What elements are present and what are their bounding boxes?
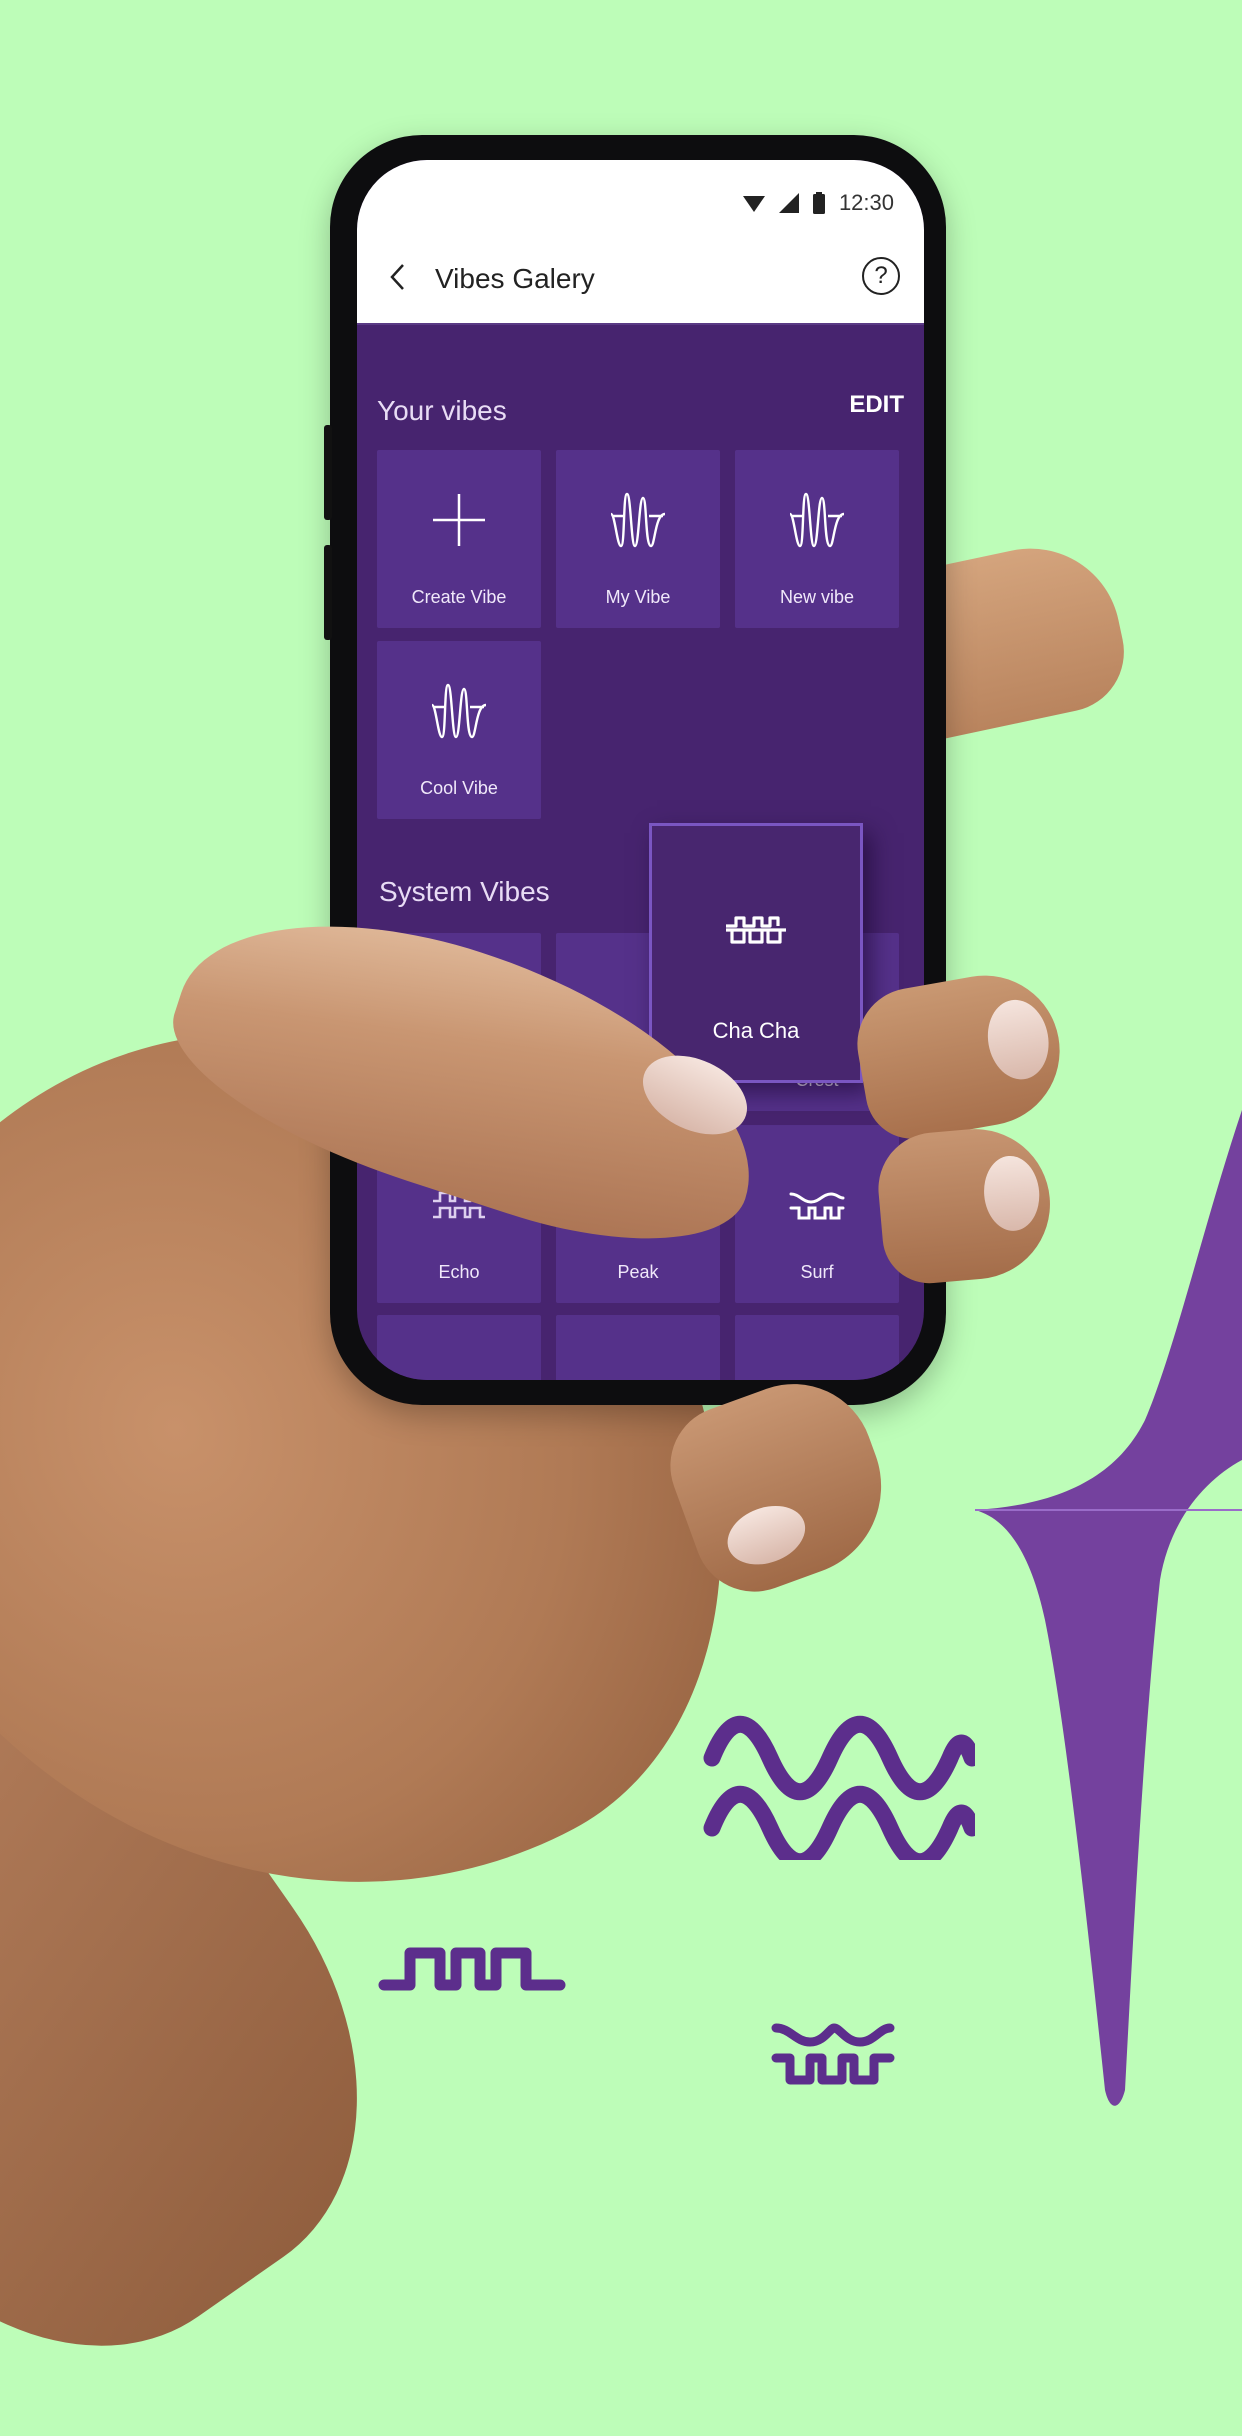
chevron-left-icon — [389, 263, 405, 296]
cha-cha-step-wave-icon — [652, 914, 860, 946]
dragged-vibe-label: Cha Cha — [712, 1018, 800, 1043]
vibe-tile-label: My Vibe — [605, 587, 671, 607]
surf-wave-decoration — [770, 2020, 895, 2088]
cellular-signal-icon — [778, 193, 799, 213]
system-vibes-heading: System Vibes — [379, 876, 550, 907]
vibe-tile-create[interactable]: Create Vibe — [377, 450, 541, 628]
edit-button[interactable]: EDIT — [849, 391, 904, 419]
help-circle-icon: ? — [874, 262, 888, 289]
custom-waveform-icon — [430, 681, 488, 741]
square-wave-decoration — [378, 1945, 568, 1995]
system-vibe-tile-surf[interactable]: Surf — [735, 1125, 899, 1303]
wifi-icon — [742, 194, 765, 212]
custom-waveform-icon — [788, 490, 846, 550]
fingernail — [719, 1495, 814, 1575]
vibe-tile-label: Peak — [617, 1262, 659, 1282]
volume-button — [324, 425, 332, 520]
sine-wave-icon — [431, 1370, 487, 1380]
system-vibe-tile[interactable] — [377, 1315, 541, 1380]
page-title: Vibes Galery — [435, 263, 595, 294]
vibe-tile-my-vibe[interactable]: My Vibe — [556, 450, 720, 628]
surf-wave-icon — [789, 1175, 845, 1235]
system-vibe-tile[interactable] — [556, 1315, 720, 1380]
vibe-tile-label: Echo — [438, 1262, 480, 1282]
plus-icon — [431, 490, 487, 550]
clock-time: 12:30 — [838, 190, 894, 215]
vibe-tile-new-vibe[interactable]: New vibe — [735, 450, 899, 628]
vibe-tile-label: New vibe — [779, 587, 855, 607]
vibe-tile-label: Cool Vibe — [420, 778, 498, 798]
double-wave-decoration — [700, 1710, 975, 1860]
your-vibes-heading: Your vibes — [377, 395, 507, 426]
battery-icon — [812, 192, 825, 214]
status-bar: 12:30 — [357, 160, 924, 235]
custom-waveform-icon — [609, 490, 667, 550]
vibe-tile-label: Surf — [800, 1262, 834, 1282]
status-icons: 12:30 — [742, 190, 894, 216]
power-button — [324, 545, 332, 640]
dragged-vibe-tile-cha-cha[interactable]: Cha Cha — [649, 823, 863, 1083]
vibe-tile-label: Create Vibe — [411, 587, 507, 607]
vibe-tile-cool-vibe[interactable]: Cool Vibe — [377, 641, 541, 819]
sine-wave-icon — [610, 1373, 666, 1380]
help-button[interactable]: ? — [862, 257, 900, 295]
back-button[interactable] — [377, 263, 417, 296]
fingernail — [981, 995, 1055, 1085]
fingernail — [981, 1153, 1043, 1234]
system-vibe-tile[interactable] — [735, 1315, 899, 1380]
app-bar: Vibes Galery ? — [357, 235, 924, 325]
